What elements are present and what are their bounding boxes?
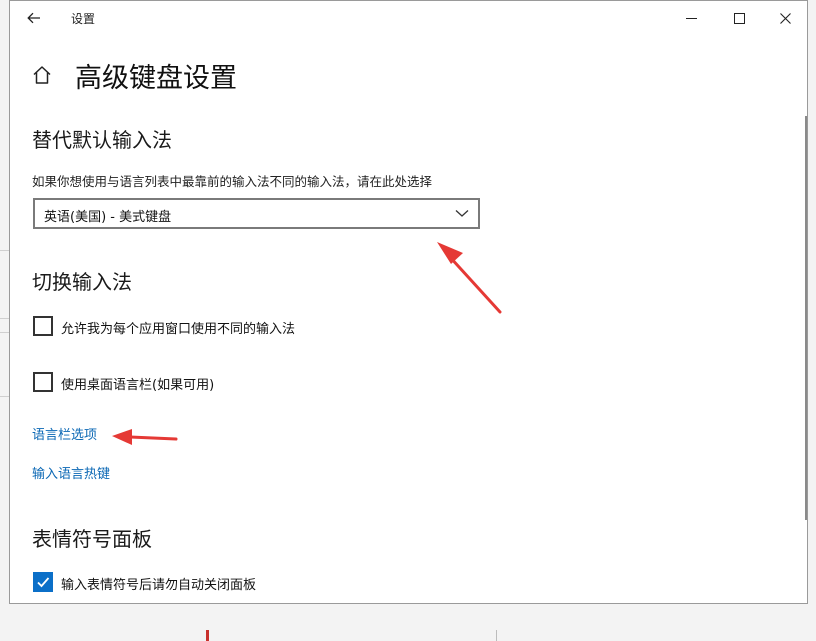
page-title: 高级键盘设置 [75,63,237,94]
override-section-heading: 替代默认输入法 [32,128,172,152]
app-title: 设置 [71,12,96,26]
title-bar: 设置 [10,1,807,35]
checkbox-label: 允许我为每个应用窗口使用不同的输入法 [61,322,296,337]
switch-section-heading: 切换输入法 [32,270,132,294]
checkmark-icon [37,577,50,588]
background-window-edge-right [808,0,816,641]
close-button[interactable] [762,1,807,35]
maximize-button[interactable] [716,1,762,35]
per-app-input-method-checkbox[interactable] [33,316,53,336]
override-section-description: 如果你想使用与语言列表中最靠前的输入法不同的输入法，请在此处选择 [32,174,433,189]
scrollbar[interactable] [805,116,807,520]
home-icon [33,66,51,84]
checkbox-label: 使用桌面语言栏(如果可用) [61,378,215,393]
settings-window: 设置 高级键盘设置 替代默认输入法 如果你想使用与语言列表中最靠前的输入法不同的… [9,0,808,604]
dropdown-selected-value: 英语(美国) - 美式键盘 [44,210,172,225]
desktop-language-bar-checkbox[interactable] [33,372,53,392]
back-button[interactable] [18,3,50,33]
back-arrow-icon [27,12,40,24]
maximize-icon [733,12,745,24]
language-bar-options-link[interactable]: 语言栏选项 [32,424,97,443]
minimize-icon [685,17,697,19]
close-icon [779,12,791,24]
home-button[interactable] [31,64,53,86]
input-language-hotkeys-link[interactable]: 输入语言热键 [32,463,110,482]
minimize-button[interactable] [668,1,714,35]
default-input-method-dropdown[interactable]: 英语(美国) - 美式键盘 [33,198,480,229]
background-window-edge [0,0,9,641]
background-window-bottom [0,604,816,641]
checkbox-label: 输入表情符号后请勿自动关闭面板 [61,578,257,593]
chevron-down-icon [455,210,469,217]
emoji-panel-keep-open-checkbox[interactable] [33,572,53,592]
emoji-section-heading: 表情符号面板 [32,527,152,551]
